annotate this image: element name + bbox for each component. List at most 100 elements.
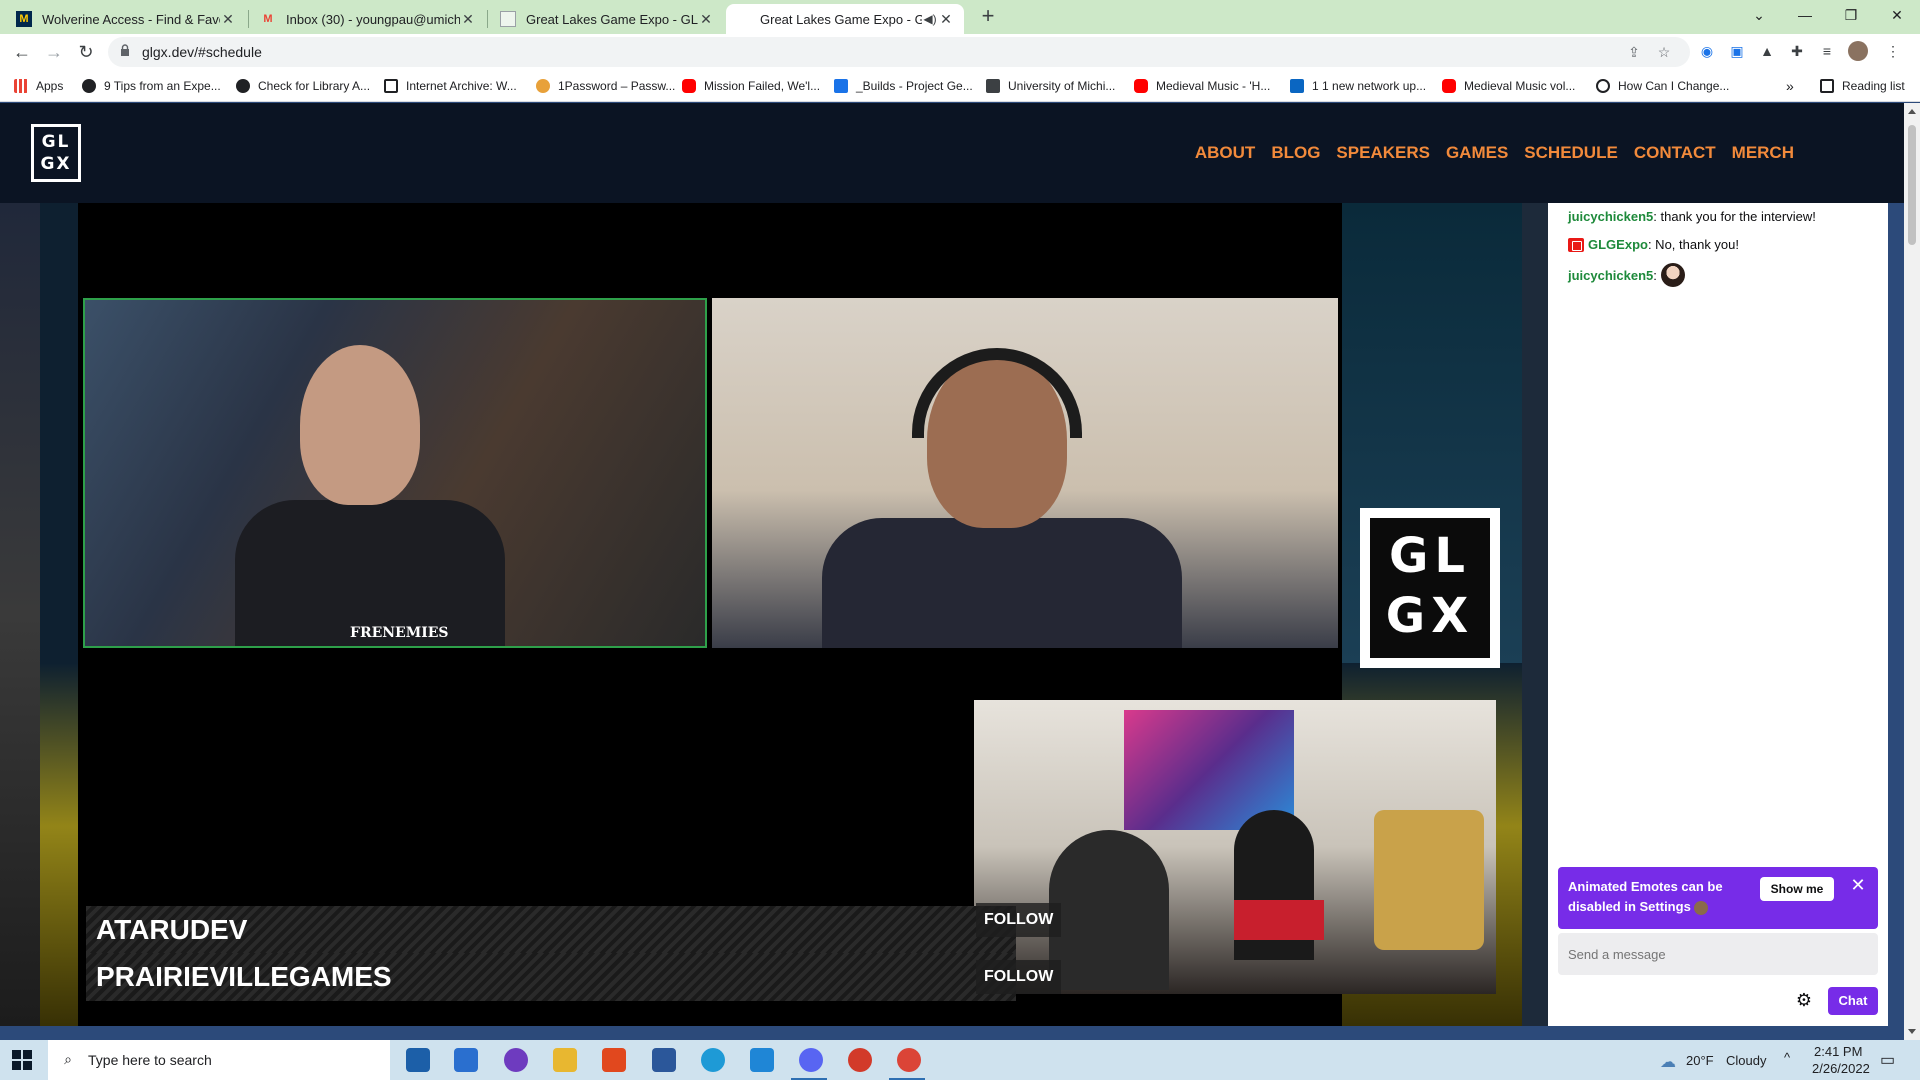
clock-time[interactable]: 2:41 PM: [1814, 1044, 1862, 1059]
chat-input[interactable]: [1558, 933, 1878, 975]
close-icon[interactable]: ✕: [460, 11, 476, 28]
profile-avatar[interactable]: [1848, 41, 1868, 61]
office-icon[interactable]: [602, 1048, 626, 1072]
site-nav: ABOUT BLOG SPEAKERS GAMES SCHEDULE CONTA…: [1195, 143, 1794, 163]
reading-list-label: Reading list: [1842, 79, 1905, 93]
chat-username[interactable]: GLGExpo: [1588, 237, 1648, 252]
gear-icon[interactable]: ⚙: [1794, 990, 1814, 1010]
glgx-logo[interactable]: GL GX: [31, 124, 81, 182]
chat-send-button[interactable]: Chat: [1828, 987, 1878, 1015]
edge-icon[interactable]: [701, 1048, 725, 1072]
reload-icon[interactable]: ↻: [74, 40, 98, 64]
bookmark-item[interactable]: 1 1 new network up...: [1290, 77, 1426, 95]
tab-glgx-active[interactable]: Great Lakes Game Expo - GL ◀) ✕: [726, 4, 964, 34]
nav-blog[interactable]: BLOG: [1271, 143, 1320, 163]
scroll-down-icon[interactable]: [1908, 1029, 1916, 1034]
bookmark-item[interactable]: Medieval Music - 'H...: [1134, 77, 1270, 95]
chat-username[interactable]: juicychicken5: [1568, 209, 1653, 224]
bookmark-item[interactable]: Medieval Music vol...: [1442, 77, 1575, 95]
chat-text: : No, thank you!: [1647, 237, 1740, 252]
weather-temp[interactable]: 20°F: [1686, 1053, 1714, 1068]
minimize-icon[interactable]: —: [1782, 0, 1828, 30]
bookmark-item[interactable]: Internet Archive: W...: [384, 77, 517, 95]
tab-title: Inbox (30) - youngpau@umich.e: [286, 11, 460, 27]
bookmark-star-icon[interactable]: ☆: [1656, 44, 1672, 60]
bookmark-item[interactable]: How Can I Change...: [1596, 77, 1729, 95]
close-window-icon[interactable]: ✕: [1874, 0, 1920, 30]
close-icon[interactable]: ✕: [938, 11, 954, 28]
close-icon[interactable]: ✕: [1848, 875, 1868, 895]
nav-merch[interactable]: MERCH: [1732, 143, 1794, 163]
follow-button-2[interactable]: FOLLOW: [976, 960, 1062, 994]
bookmark-item[interactable]: 1Password – Passw...: [536, 77, 675, 95]
nav-schedule[interactable]: SCHEDULE: [1524, 143, 1618, 163]
share-icon[interactable]: ⇪: [1626, 44, 1642, 60]
notifications-icon[interactable]: ▭: [1880, 1050, 1895, 1070]
bookmark-item[interactable]: _Builds - Project Ge...: [834, 77, 973, 95]
page-scrollbar[interactable]: [1904, 103, 1920, 1040]
speaker-icon[interactable]: ◀): [922, 12, 938, 26]
weather-condition[interactable]: Cloudy: [1726, 1053, 1766, 1068]
tab-gmail-inbox[interactable]: M Inbox (30) - youngpau@umich.e ✕: [250, 4, 486, 34]
show-me-button[interactable]: Show me: [1760, 877, 1834, 901]
nav-about[interactable]: ABOUT: [1195, 143, 1255, 163]
windows-start-icon[interactable]: [12, 1050, 32, 1070]
webcam-guest: [712, 298, 1338, 648]
media-control-icon[interactable]: ≡: [1818, 42, 1836, 60]
chat-username[interactable]: juicychicken5: [1568, 268, 1653, 283]
nav-contact[interactable]: CONTACT: [1634, 143, 1716, 163]
scroll-up-icon[interactable]: [1908, 109, 1916, 114]
tab-strip: M Wolverine Access - Find & Favori ✕ M I…: [0, 0, 1920, 34]
clock-date[interactable]: 2/26/2022: [1812, 1061, 1870, 1076]
bookmark-item[interactable]: 9 Tips from an Expe...: [82, 77, 221, 95]
taskbar-search[interactable]: ⌕ Type here to search: [48, 1040, 390, 1080]
bookmark-apps[interactable]: Apps: [14, 77, 63, 95]
follow-button-1[interactable]: FOLLOW: [976, 903, 1062, 937]
vscode-icon[interactable]: [750, 1048, 774, 1072]
nav-speakers[interactable]: SPEAKERS: [1336, 143, 1430, 163]
menu-kebab-icon[interactable]: ⋮: [1884, 42, 1902, 60]
emote-icon[interactable]: [1660, 263, 1685, 287]
weather-cloud-icon[interactable]: ☁: [1660, 1052, 1676, 1072]
web-page: GL GX ABOUT BLOG SPEAKERS GAMES SCHEDULE…: [0, 103, 1904, 1040]
bookmark-item[interactable]: University of Michi...: [986, 77, 1115, 95]
bookmarks-overflow-icon[interactable]: »: [1786, 77, 1794, 95]
scrollbar-thumb[interactable]: [1908, 125, 1916, 245]
nav-games[interactable]: GAMES: [1446, 143, 1508, 163]
word-icon[interactable]: [652, 1048, 676, 1072]
forward-arrow-icon[interactable]: →: [42, 40, 66, 64]
restore-icon[interactable]: ❐: [1828, 0, 1874, 30]
chat-panel: juicychicken5 : thank you for the interv…: [1548, 203, 1888, 1026]
close-icon[interactable]: ✕: [220, 11, 236, 28]
tab-search-chevron-icon[interactable]: ⌄: [1736, 0, 1782, 30]
file-explorer-icon[interactable]: [553, 1048, 577, 1072]
chrome-icon[interactable]: [897, 1048, 921, 1072]
tab-glgx-1[interactable]: Great Lakes Game Expo - GLGX ✕: [490, 4, 724, 34]
discord-icon[interactable]: [799, 1048, 823, 1072]
extension-triangle-icon[interactable]: ▲: [1758, 42, 1776, 60]
chevron-up-icon[interactable]: ^: [1784, 1050, 1790, 1065]
video-player[interactable]: FRENEMIES GL GX ATARUDEV PRAIRIEVILLEGAM…: [40, 203, 1522, 1026]
search-icon: ⌕: [64, 1051, 72, 1067]
extension-1password-icon[interactable]: ◉: [1698, 42, 1716, 60]
new-tab-plus-icon[interactable]: +: [976, 5, 1000, 29]
mail-icon[interactable]: [454, 1048, 478, 1072]
back-arrow-icon[interactable]: ←: [10, 40, 34, 64]
microsoft-store-icon[interactable]: [406, 1048, 430, 1072]
close-icon[interactable]: ✕: [698, 11, 714, 28]
github-desktop-icon[interactable]: [504, 1048, 528, 1072]
animated-emotes-notice: Animated Emotes can be disabled in Setti…: [1558, 867, 1878, 929]
extension-screen-icon[interactable]: ▣: [1728, 42, 1746, 60]
address-bar[interactable]: glgx.dev/#schedule ⇪ ☆: [108, 37, 1690, 67]
bookmarks-bar: Apps 9 Tips from an Expe... Check for Li…: [0, 70, 1920, 102]
emote-icon: [1694, 900, 1709, 915]
tab-wolverine-access[interactable]: M Wolverine Access - Find & Favori ✕: [6, 4, 246, 34]
headphones: [912, 348, 1082, 438]
reading-list-button[interactable]: Reading list: [1820, 77, 1905, 95]
cube-icon: [986, 79, 1000, 93]
app-icon[interactable]: [848, 1048, 872, 1072]
extensions-puzzle-icon[interactable]: ✚: [1788, 42, 1806, 60]
bookmark-item[interactable]: Check for Library A...: [236, 77, 370, 95]
notice-text: Animated Emotes can be disabled in Setti…: [1568, 877, 1758, 917]
bookmark-item[interactable]: Mission Failed, We'l...: [682, 77, 820, 95]
